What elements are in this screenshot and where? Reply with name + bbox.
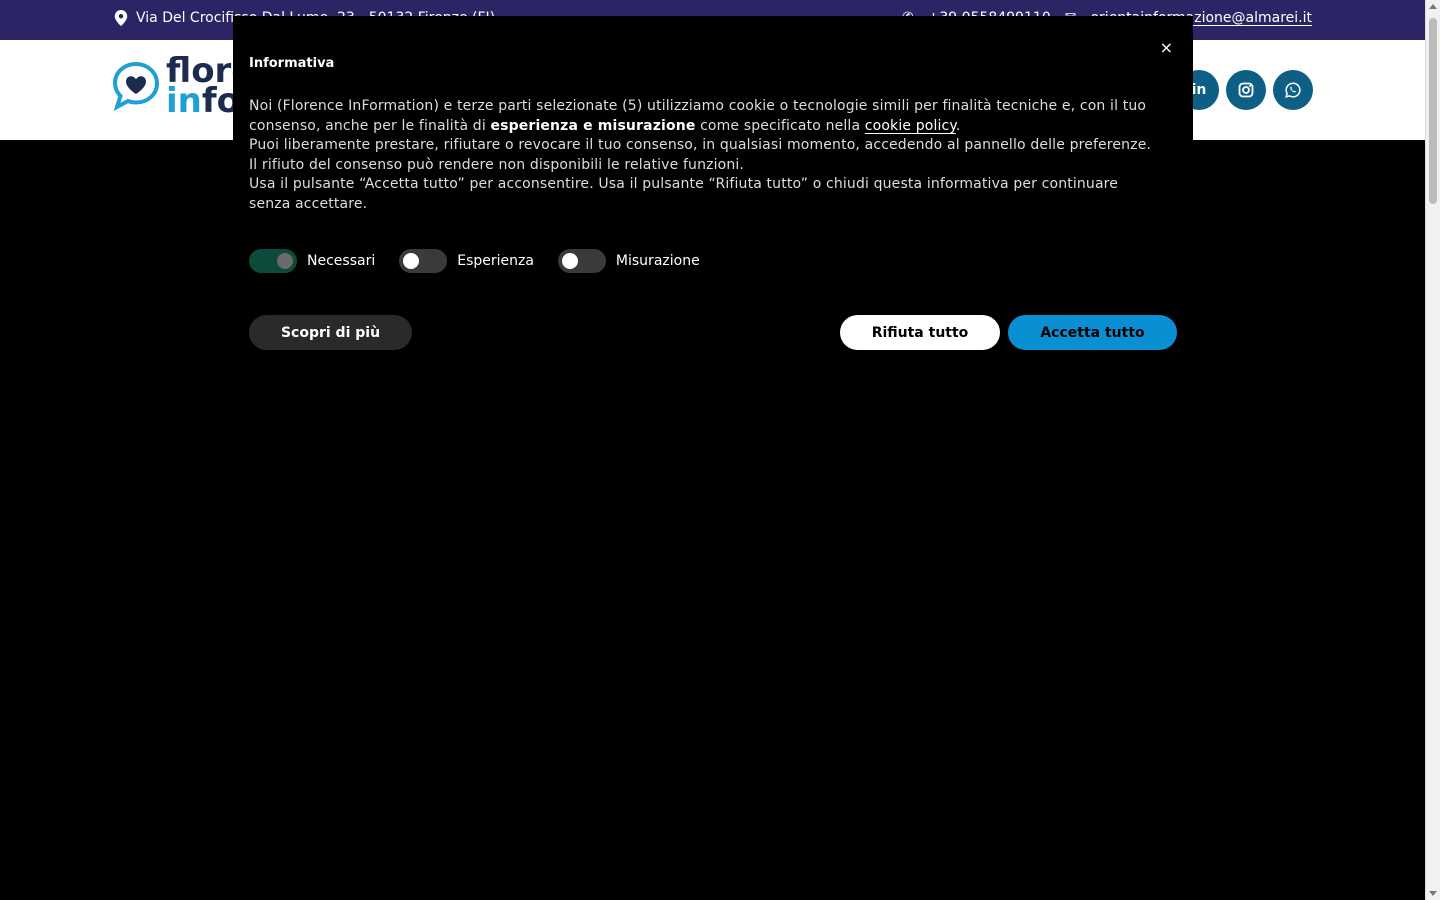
toggle-misurazione[interactable]: Misurazione xyxy=(557,248,700,273)
toggle-switch-esperienza[interactable] xyxy=(399,248,448,273)
linkedin-icon: in xyxy=(1191,82,1207,98)
instagram-button[interactable] xyxy=(1226,70,1266,110)
toggle-switch-necessari[interactable] xyxy=(249,248,297,273)
close-icon[interactable]: × xyxy=(1160,38,1173,57)
dialog-paragraph-1: Noi (Florence InFormation) e terze parti… xyxy=(249,98,1147,134)
whatsapp-icon xyxy=(1285,82,1301,98)
instagram-icon xyxy=(1238,82,1254,98)
dialog-paragraph-2: Puoi liberamente prestare, rifiutare o r… xyxy=(249,137,1152,173)
page-scrollbar[interactable] xyxy=(1425,0,1440,900)
scroll-up-arrow-icon[interactable] xyxy=(1429,4,1437,9)
toggle-esperienza[interactable]: Esperienza xyxy=(399,248,534,273)
toggle-switch-misurazione[interactable] xyxy=(557,248,606,273)
cookie-policy-link[interactable]: cookie policy xyxy=(865,118,956,134)
reject-all-button[interactable]: Rifiuta tutto xyxy=(840,315,1000,350)
learn-more-button[interactable]: Scopri di più xyxy=(249,315,412,350)
consent-toggles: Necessari Esperienza Misurazione xyxy=(249,248,1177,273)
cookie-consent-dialog: × Informativa Noi (Florence InFormation)… xyxy=(233,16,1193,376)
location-pin-icon xyxy=(114,10,128,26)
scrollbar-thumb[interactable] xyxy=(1429,18,1437,204)
dialog-actions: Scopri di più Rifiuta tutto Accetta tutt… xyxy=(249,315,1177,350)
toggle-label: Esperienza xyxy=(457,252,534,269)
whatsapp-button[interactable] xyxy=(1273,70,1313,110)
toggle-necessari[interactable]: Necessari xyxy=(249,248,376,273)
scroll-down-arrow-icon[interactable] xyxy=(1429,891,1437,896)
heart-bubble-icon xyxy=(112,61,160,111)
dialog-title: Informativa xyxy=(249,56,335,71)
dialog-body: Noi (Florence InFormation) e terze parti… xyxy=(249,97,1159,215)
toggle-label: Necessari xyxy=(307,252,376,269)
dialog-paragraph-3: Usa il pulsante “Accetta tutto” per acco… xyxy=(249,176,1119,212)
social-links: in xyxy=(1179,70,1313,110)
accept-all-button[interactable]: Accetta tutto xyxy=(1008,315,1177,350)
toggle-label: Misurazione xyxy=(615,252,700,269)
